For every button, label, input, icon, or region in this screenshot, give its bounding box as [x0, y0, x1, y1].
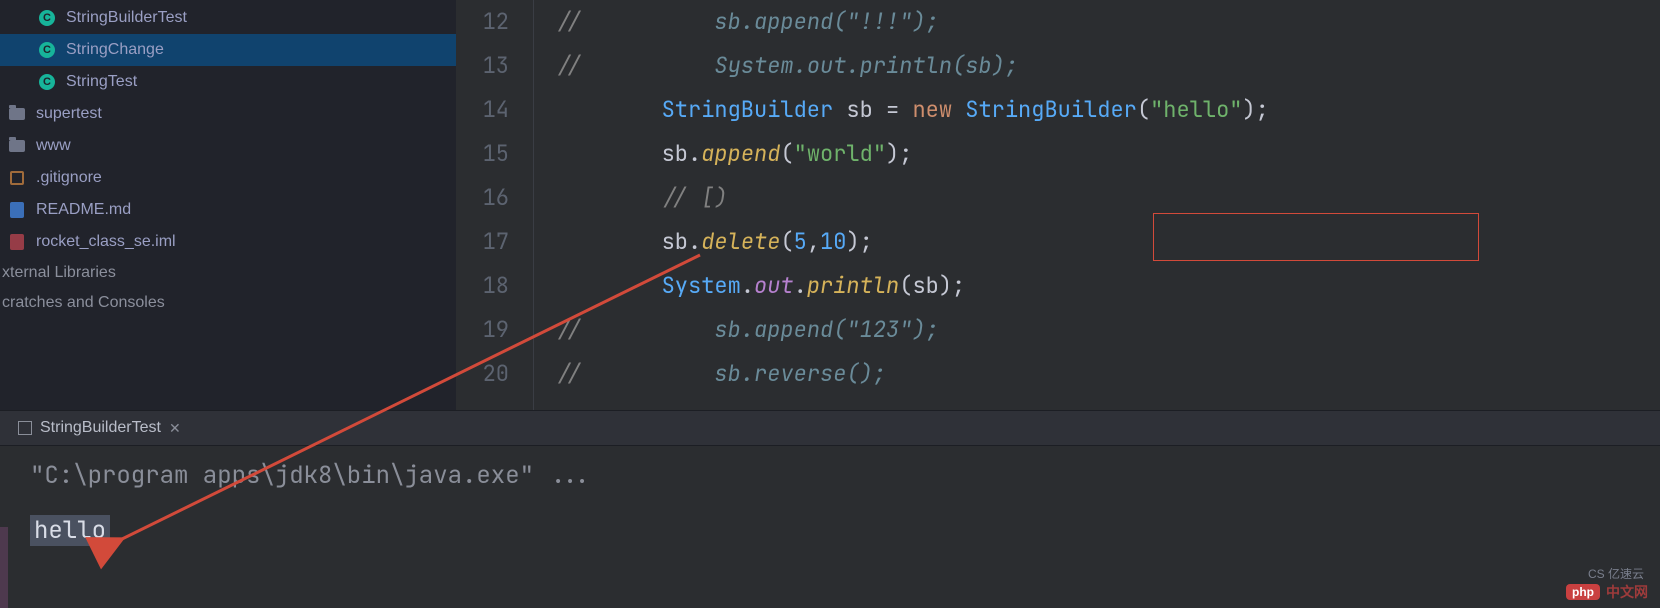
tree-item-label: rocket_class_se.iml: [36, 233, 176, 251]
run-console[interactable]: "C:\program apps\jdk8\bin\java.exe" ... …: [0, 446, 1660, 608]
close-icon[interactable]: ✕: [169, 420, 181, 437]
run-config-icon: [18, 421, 32, 435]
code-editor[interactable]: 12 13 14 15 16 17 18 19 20 // sb.append(…: [456, 0, 1660, 410]
folder-icon: [8, 105, 26, 123]
iml-icon: [8, 233, 26, 251]
watermark-sub: CS 亿速云: [1588, 565, 1644, 582]
tree-item-class[interactable]: C StringBuilderTest: [0, 2, 456, 34]
line-number: 19: [456, 308, 509, 352]
code-line[interactable]: // System.out.println(sb);: [556, 44, 1660, 88]
tree-item-label: README.md: [36, 201, 131, 219]
class-icon: C: [38, 9, 56, 27]
tree-section-scratches[interactable]: cratches and Consoles: [0, 288, 456, 318]
tree-item-readme[interactable]: README.md: [0, 194, 456, 226]
line-number: 20: [456, 352, 509, 396]
console-toolwindow-stripe: [0, 446, 8, 608]
code-line[interactable]: // sb.append("123");: [556, 308, 1660, 352]
console-command-line: "C:\program apps\jdk8\bin\java.exe" ...: [30, 460, 1652, 491]
line-number: 18: [456, 264, 509, 308]
tree-item-folder[interactable]: www: [0, 130, 456, 162]
folder-icon: [8, 137, 26, 155]
run-tab[interactable]: StringBuilderTest ✕: [8, 415, 191, 441]
run-tab-label: StringBuilderTest: [40, 419, 161, 437]
tree-item-label: .gitignore: [36, 169, 102, 187]
code-line[interactable]: // sb.append("!!!");: [556, 0, 1660, 44]
tree-item-class-selected[interactable]: C StringChange: [0, 34, 456, 66]
run-tab-bar[interactable]: StringBuilderTest ✕: [0, 410, 1660, 446]
watermark: php 中文网: [1566, 582, 1648, 602]
tree-item-label: supertest: [36, 105, 102, 123]
console-output: hello: [30, 515, 110, 546]
class-icon: C: [38, 73, 56, 91]
tree-item-label: StringBuilderTest: [66, 9, 187, 27]
code-line[interactable]: System.out.println(sb);: [556, 264, 1660, 308]
tree-item-iml[interactable]: rocket_class_se.iml: [0, 226, 456, 258]
code-area[interactable]: // sb.append("!!!"); // System.out.print…: [534, 0, 1660, 410]
line-number: 17: [456, 220, 509, 264]
line-number: 12: [456, 0, 509, 44]
code-line[interactable]: sb.delete(5,10);: [556, 220, 1660, 264]
tree-item-gitignore[interactable]: .gitignore: [0, 162, 456, 194]
watermark-badge: php: [1566, 584, 1600, 600]
line-number: 15: [456, 132, 509, 176]
code-line[interactable]: StringBuilder sb = new StringBuilder("he…: [556, 88, 1660, 132]
gitignore-icon: [8, 169, 26, 187]
code-line[interactable]: // sb.reverse();: [556, 352, 1660, 396]
code-line[interactable]: sb.append("world");: [556, 132, 1660, 176]
tree-item-class[interactable]: C StringTest: [0, 66, 456, 98]
code-line[interactable]: // [): [556, 176, 1660, 220]
line-number: 13: [456, 44, 509, 88]
markdown-icon: [8, 201, 26, 219]
tree-section-external-libs[interactable]: xternal Libraries: [0, 258, 456, 288]
project-tree[interactable]: C StringBuilderTest C StringChange C Str…: [0, 0, 456, 410]
tree-item-label: StringTest: [66, 73, 137, 91]
line-number: 14: [456, 88, 509, 132]
line-number-gutter: 12 13 14 15 16 17 18 19 20: [456, 0, 534, 410]
tree-item-folder[interactable]: supertest: [0, 98, 456, 130]
tree-item-label: StringChange: [66, 41, 164, 59]
watermark-text: 中文网: [1606, 582, 1648, 602]
line-number: 16: [456, 176, 509, 220]
class-icon: C: [38, 41, 56, 59]
tree-item-label: www: [36, 137, 71, 155]
